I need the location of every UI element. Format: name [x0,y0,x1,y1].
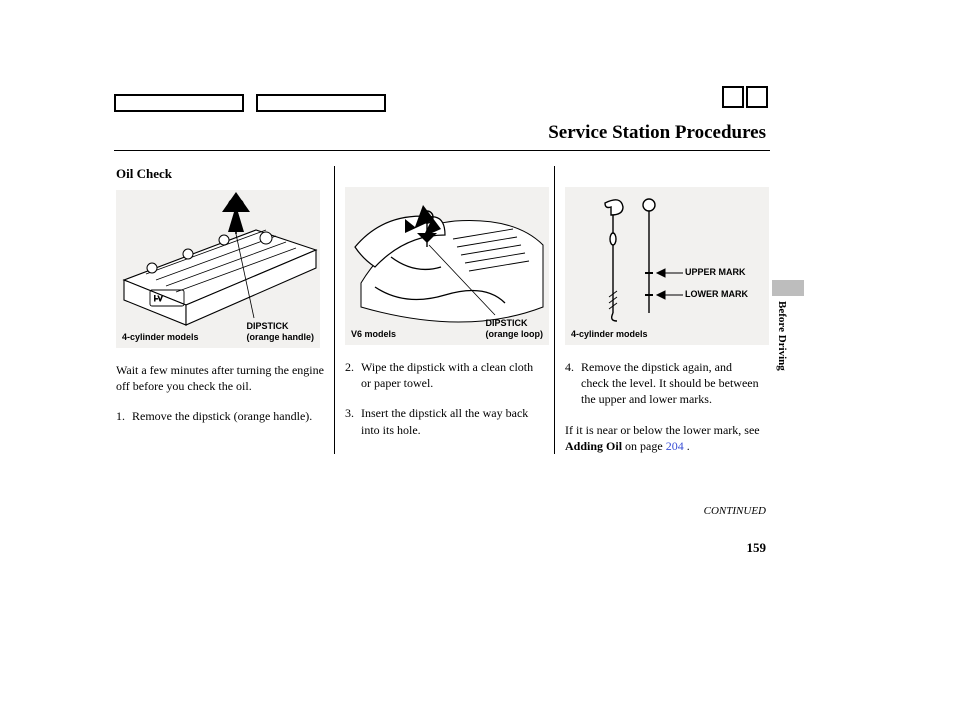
tail-bold: Adding Oil [565,439,622,453]
top-placeholder-squares [722,86,768,108]
step-number: 1. [116,408,132,424]
figure-caption-right-1: DIPSTICK [486,318,528,328]
figure-caption-right-2: (orange handle) [246,332,314,342]
placeholder-box [114,94,244,112]
intro-text: Wait a few minutes after turning the eng… [116,362,324,394]
step-text: Insert the dipstick all the way back int… [361,405,544,437]
figure-caption-left: 4-cylinder models [122,332,199,342]
figure-v6-engine: V6 models DIPSTICK (orange loop) [345,187,549,345]
placeholder-square [746,86,768,108]
tail-pre: If it is near or below the lower mark, s… [565,423,760,437]
tail-paragraph: If it is near or below the lower mark, s… [565,422,760,454]
header-rule [114,150,770,151]
side-tab-highlight [772,280,804,296]
step-number: 3. [345,405,361,437]
step-text: Remove the dipstick (orange handle). [132,408,324,424]
step-3: 3. Insert the dipstick all the way back … [345,405,544,437]
step-text: Remove the dipstick again, and check the… [581,359,760,408]
section-heading: Oil Check [116,166,324,182]
step-4: 4. Remove the dipstick again, and check … [565,359,760,408]
tail-post: . [684,439,690,453]
figure-caption-right-2: (orange loop) [486,329,544,339]
continued-label: CONTINUED [704,505,766,517]
placeholder-box [256,94,386,112]
figure-caption-right-1: DIPSTICK [246,321,288,331]
lower-mark-label: LOWER MARK [685,289,748,299]
step-1: 1. Remove the dipstick (orange handle). [116,408,324,424]
figure-caption-left: V6 models [351,329,396,339]
tail-mid: on page [622,439,666,453]
side-tab-label: Before Driving [776,301,788,371]
step-number: 4. [565,359,581,408]
page-number: 159 [747,540,767,556]
page-link-204[interactable]: 204 [666,439,684,453]
figure-dipstick-levels: UPPER MARK LOWER MARK 4-cylinder models [565,187,769,345]
top-placeholder-boxes [114,94,386,112]
figure-caption-left: 4-cylinder models [571,329,648,339]
dipstick-levels-illustration [565,187,769,345]
svg-text:i-V: i-V [154,296,163,303]
placeholder-square [722,86,744,108]
figure-4cyl-engine: i-V 4-cylinder models DIPS [116,190,320,348]
column-3: UPPER MARK LOWER MARK 4-cylinder models … [554,166,770,454]
page-title: Service Station Procedures [548,122,766,144]
step-2: 2. Wipe the dipstick with a clean cloth … [345,359,544,391]
column-1: Oil Check [114,166,334,454]
step-number: 2. [345,359,361,391]
column-2: V6 models DIPSTICK (orange loop) 2. Wipe… [334,166,554,454]
step-text: Wipe the dipstick with a clean cloth or … [361,359,544,391]
upper-mark-label: UPPER MARK [685,267,746,277]
